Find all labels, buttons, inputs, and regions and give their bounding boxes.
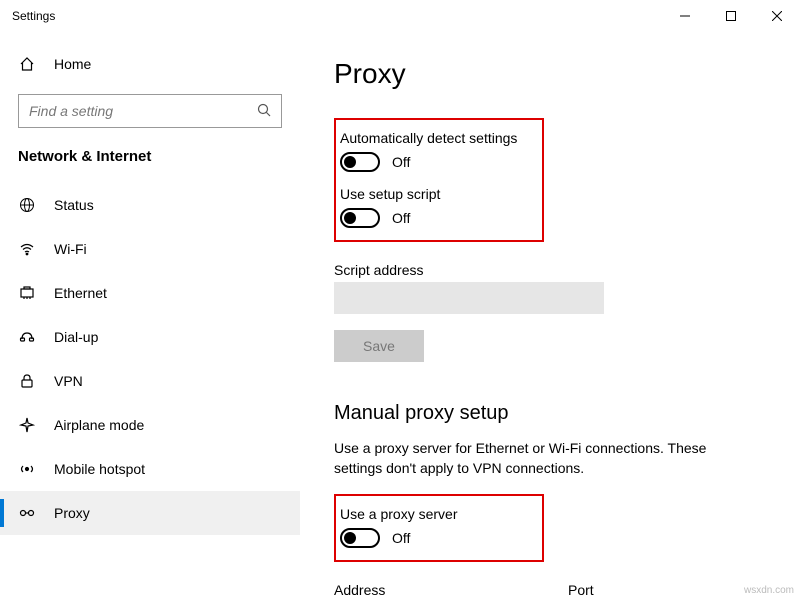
airplane-icon [18, 417, 36, 433]
maximize-button[interactable] [708, 0, 754, 32]
sidebar-item-airplane[interactable]: Airplane mode [0, 403, 300, 447]
sidebar-item-label: Airplane mode [54, 417, 144, 433]
setup-script-toggle[interactable] [340, 208, 380, 228]
use-proxy-label: Use a proxy server [340, 506, 534, 522]
search-input[interactable] [29, 103, 257, 119]
sidebar-item-label: Ethernet [54, 285, 107, 301]
home-nav[interactable]: Home [0, 44, 300, 84]
port-label: Port [568, 582, 648, 598]
sidebar: Home Network & Internet Status Wi-Fi E [0, 32, 300, 602]
auto-detect-toggle[interactable] [340, 152, 380, 172]
sidebar-item-proxy[interactable]: Proxy [0, 491, 300, 535]
main-content: Proxy Automatically detect settings Off … [300, 32, 800, 602]
globe-icon [18, 197, 36, 213]
auto-detect-label: Automatically detect settings [340, 130, 534, 146]
category-header: Network & Internet [0, 142, 300, 183]
sidebar-item-label: VPN [54, 373, 83, 389]
sidebar-item-status[interactable]: Status [0, 183, 300, 227]
minimize-button[interactable] [662, 0, 708, 32]
ethernet-icon [18, 285, 36, 301]
sidebar-item-label: Mobile hotspot [54, 461, 145, 477]
search-box[interactable] [18, 94, 282, 128]
use-proxy-state: Off [392, 530, 410, 546]
setup-script-state: Off [392, 210, 410, 226]
sidebar-item-ethernet[interactable]: Ethernet [0, 271, 300, 315]
close-button[interactable] [754, 0, 800, 32]
auto-detect-state: Off [392, 154, 410, 170]
proxy-icon [18, 505, 36, 521]
sidebar-item-hotspot[interactable]: Mobile hotspot [0, 447, 300, 491]
setup-script-label: Use setup script [340, 186, 534, 202]
sidebar-item-label: Status [54, 197, 94, 213]
sidebar-item-wifi[interactable]: Wi-Fi [0, 227, 300, 271]
sidebar-item-label: Wi-Fi [54, 241, 87, 257]
sidebar-item-dialup[interactable]: Dial-up [0, 315, 300, 359]
address-label: Address [334, 582, 544, 598]
sidebar-item-label: Proxy [54, 505, 90, 521]
manual-section-title: Manual proxy setup [334, 402, 766, 425]
sidebar-item-vpn[interactable]: VPN [0, 359, 300, 403]
sidebar-item-label: Dial-up [54, 329, 98, 345]
highlight-box-manual: Use a proxy server Off [334, 494, 544, 562]
home-icon [18, 56, 36, 72]
window-controls [662, 0, 800, 32]
highlight-box-auto: Automatically detect settings Off Use se… [334, 118, 544, 242]
titlebar: Settings [0, 0, 800, 32]
use-proxy-toggle[interactable] [340, 528, 380, 548]
page-title: Proxy [334, 58, 766, 90]
manual-description: Use a proxy server for Ethernet or Wi-Fi… [334, 439, 754, 478]
script-address-input[interactable] [334, 282, 604, 314]
attribution: wsxdn.com [744, 585, 794, 596]
window-title: Settings [12, 9, 55, 23]
script-address-label: Script address [334, 262, 766, 278]
wifi-icon [18, 241, 36, 257]
home-label: Home [54, 56, 91, 72]
dialup-icon [18, 329, 36, 345]
vpn-icon [18, 373, 36, 389]
hotspot-icon [18, 461, 36, 477]
save-button[interactable]: Save [334, 330, 424, 362]
search-icon [257, 103, 271, 120]
